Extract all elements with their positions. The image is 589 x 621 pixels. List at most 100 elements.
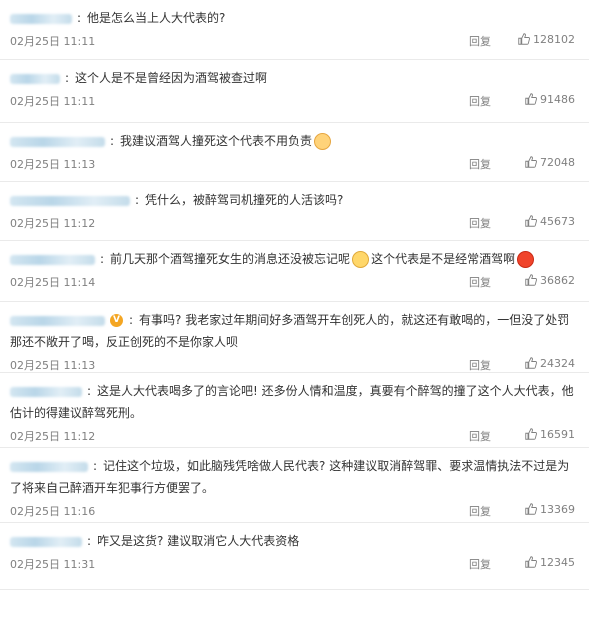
- like-button[interactable]: 128102: [518, 33, 575, 46]
- comment-item: : 这是人大代表喝多了的言论吧! 还多份人情和温度，真要有个醉驾的撞了这个人大代表…: [0, 373, 589, 448]
- comment-item: : 这个人是不是曾经因为酒驾被查过啊 02月25日 11:11 回复 91486: [0, 60, 589, 123]
- comment-meta: 02月25日 11:13 回复 72048: [10, 153, 579, 175]
- colon-separator: :: [100, 252, 105, 266]
- comment-text: 我建议酒驾人撞死这个代表不用负责: [120, 134, 313, 148]
- comment-body: : 这个人是不是曾经因为酒驾被查过啊: [10, 67, 579, 89]
- comment-timestamp: 02月25日 11:31: [10, 558, 96, 571]
- like-button[interactable]: 16591: [525, 428, 575, 441]
- thumbs-up-icon: [525, 93, 537, 105]
- username-blurred[interactable]: [10, 461, 88, 472]
- username-blurred[interactable]: [10, 254, 95, 265]
- reply-button[interactable]: 回复: [469, 33, 491, 49]
- comment-text: 前几天那个酒驾撞死女生的消息还没被忘记呢: [110, 252, 351, 266]
- like-count: 91486: [540, 93, 575, 106]
- like-count: 72048: [540, 156, 575, 169]
- comment-meta: 02月25日 11:11 回复 91486: [10, 90, 579, 112]
- comment-item: : 咋又是这货? 建议取消它人大代表资格 02月25日 11:31 回复 12345: [0, 523, 589, 590]
- like-button[interactable]: 12345: [525, 556, 575, 569]
- comment-body: V: 有事吗? 我老家过年期间好多酒驾开车创死人的，就这还有敢喝的，一但没了处罚那…: [10, 309, 579, 353]
- colon-separator: :: [77, 11, 82, 25]
- username-blurred[interactable]: [10, 136, 105, 147]
- thumbs-up-icon: [525, 156, 537, 168]
- thumbs-up-icon: [525, 556, 537, 568]
- comment-body: : 这是人大代表喝多了的言论吧! 还多份人情和温度，真要有个醉驾的撞了这个人大代表…: [10, 380, 579, 424]
- username-blurred[interactable]: [10, 386, 82, 397]
- comment-item: : 凭什么，被醉驾司机撞死的人活该吗? 02月25日 11:12 回复 45673: [0, 182, 589, 241]
- comment-item: : 他是怎么当上人大代表的? 02月25日 11:11 回复 128102: [0, 0, 589, 60]
- cat-emoji-icon: [314, 133, 332, 150]
- comment-list: : 他是怎么当上人大代表的? 02月25日 11:11 回复 128102: 这个人是不是…: [0, 0, 589, 590]
- reply-button[interactable]: 回复: [469, 274, 491, 290]
- colon-separator: :: [135, 193, 140, 207]
- reply-button[interactable]: 回复: [469, 503, 491, 519]
- tear-emoji-icon: [352, 251, 370, 268]
- comment-item: : 我建议酒驾人撞死这个代表不用负责 02月25日 11:13 回复 72048: [0, 123, 589, 182]
- username-blurred[interactable]: [10, 195, 130, 206]
- thumbs-up-icon: [525, 274, 537, 286]
- comment-meta: 02月25日 11:16 回复 13369: [10, 500, 579, 522]
- comment-body: : 记住这个垃圾，如此脑残凭啥做人民代表? 这种建议取消醉驾罪、要求温情执法不过是…: [10, 455, 579, 499]
- comment-text-continued: 这个代表是不是经常酒驾啊: [371, 252, 516, 266]
- username-blurred[interactable]: [10, 73, 60, 84]
- colon-separator: :: [65, 71, 70, 85]
- reply-button[interactable]: 回复: [469, 215, 491, 231]
- reply-button[interactable]: 回复: [469, 556, 491, 572]
- comment-timestamp: 02月25日 11:12: [10, 430, 96, 443]
- comment-timestamp: 02月25日 11:14: [10, 276, 96, 289]
- colon-separator: :: [110, 134, 115, 148]
- like-count: 45673: [540, 215, 575, 228]
- like-count: 13369: [540, 503, 575, 516]
- username-blurred[interactable]: [10, 13, 72, 24]
- like-button[interactable]: 45673: [525, 215, 575, 228]
- comment-timestamp: 02月25日 11:16: [10, 505, 96, 518]
- comment-text: 他是怎么当上人大代表的?: [87, 11, 226, 25]
- angry-emoji-icon: [517, 251, 535, 268]
- thumbs-up-icon: [525, 503, 537, 515]
- comment-item: : 记住这个垃圾，如此脑残凭啥做人民代表? 这种建议取消醉驾罪、要求温情执法不过是…: [0, 448, 589, 523]
- like-count: 128102: [533, 33, 575, 46]
- comment-meta: 02月25日 11:14 回复 36862: [10, 271, 579, 293]
- comment-item: : 前几天那个酒驾撞死女生的消息还没被忘记呢 这个代表是不是经常酒驾啊 02月25日 …: [0, 241, 589, 302]
- colon-separator: :: [93, 459, 98, 473]
- reply-button[interactable]: 回复: [469, 357, 491, 373]
- thumbs-up-icon: [518, 33, 530, 45]
- thumbs-up-icon: [525, 357, 537, 369]
- comment-body: : 前几天那个酒驾撞死女生的消息还没被忘记呢 这个代表是不是经常酒驾啊: [10, 248, 579, 270]
- like-button[interactable]: 91486: [525, 93, 575, 106]
- like-count: 16591: [540, 428, 575, 441]
- comment-body: : 我建议酒驾人撞死这个代表不用负责: [10, 130, 579, 152]
- thumbs-up-icon: [525, 428, 537, 440]
- reply-button[interactable]: 回复: [469, 428, 491, 444]
- like-count: 36862: [540, 274, 575, 287]
- comment-meta: 02月25日 11:11 回复 128102: [10, 30, 579, 52]
- reply-button[interactable]: 回复: [469, 93, 491, 109]
- colon-separator: :: [87, 534, 92, 548]
- comment-meta: 02月25日 11:12 回复 16591: [10, 425, 579, 447]
- comment-timestamp: 02月25日 11:11: [10, 95, 96, 108]
- thumbs-up-icon: [525, 215, 537, 227]
- like-button[interactable]: 36862: [525, 274, 575, 287]
- comment-timestamp: 02月25日 11:12: [10, 217, 96, 230]
- comment-text: 凭什么，被醉驾司机撞死的人活该吗?: [145, 193, 344, 207]
- comment-item: V: 有事吗? 我老家过年期间好多酒驾开车创死人的，就这还有敢喝的，一但没了处罚那…: [0, 302, 589, 373]
- comment-text: 这个人是不是曾经因为酒驾被查过啊: [75, 71, 268, 85]
- comment-meta: 02月25日 11:12 回复 45673: [10, 212, 579, 234]
- username-blurred[interactable]: [10, 315, 105, 326]
- reply-button[interactable]: 回复: [469, 156, 491, 172]
- comment-meta: 02月25日 11:31 回复 12345: [10, 553, 579, 575]
- comment-body: : 咋又是这货? 建议取消它人大代表资格: [10, 530, 579, 552]
- comment-text: 这是人大代表喝多了的言论吧! 还多份人情和温度，真要有个醉驾的撞了这个人大代表，…: [10, 384, 574, 420]
- like-count: 24324: [540, 357, 575, 370]
- like-count: 12345: [540, 556, 575, 569]
- like-button[interactable]: 72048: [525, 156, 575, 169]
- like-button[interactable]: 24324: [525, 357, 575, 370]
- like-button[interactable]: 13369: [525, 503, 575, 516]
- comment-timestamp: 02月25日 11:11: [10, 35, 96, 48]
- colon-separator: :: [87, 384, 92, 398]
- comment-body: : 他是怎么当上人大代表的?: [10, 7, 579, 29]
- comment-timestamp: 02月25日 11:13: [10, 359, 96, 372]
- username-blurred[interactable]: [10, 536, 82, 547]
- vip-badge-icon: V: [110, 314, 123, 327]
- colon-separator: :: [129, 313, 134, 327]
- comment-timestamp: 02月25日 11:13: [10, 158, 96, 171]
